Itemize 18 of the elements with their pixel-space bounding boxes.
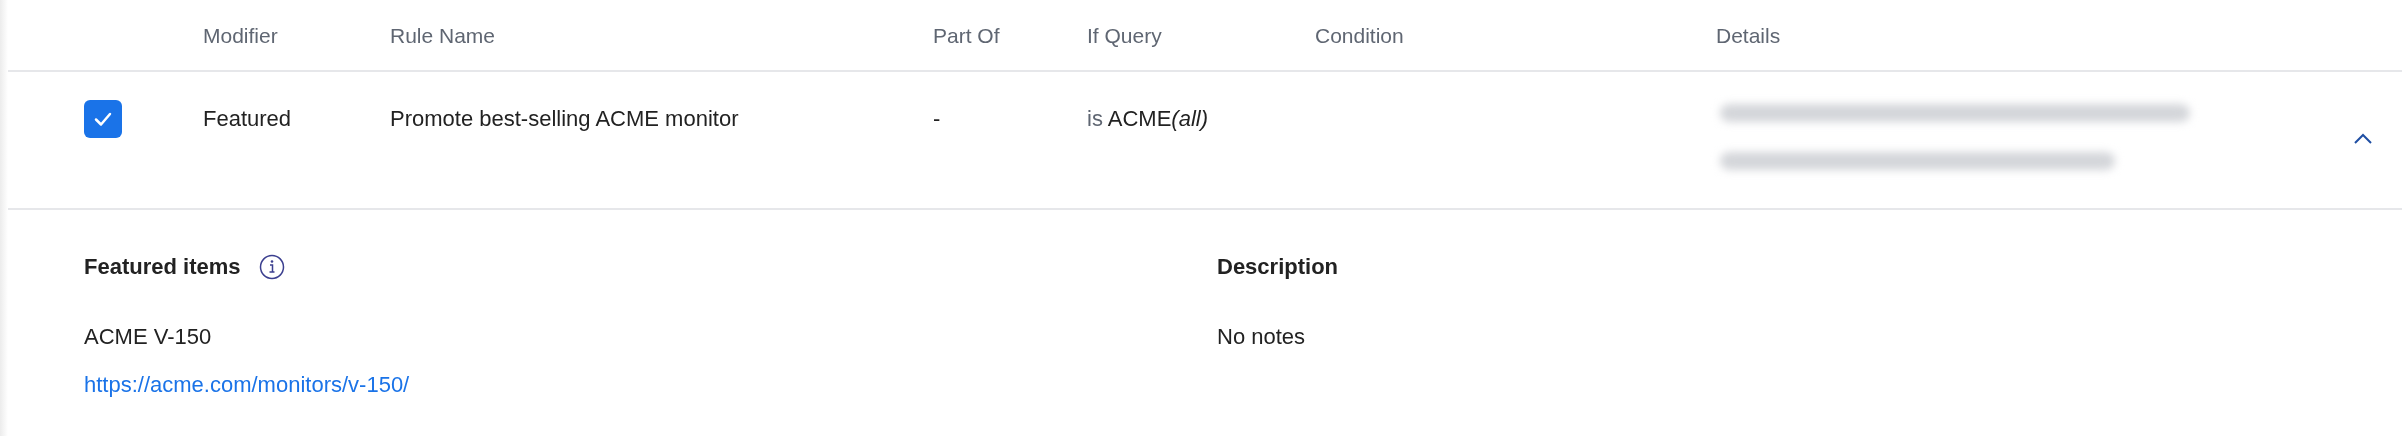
query-text: is ACME(all) (1087, 105, 1209, 133)
table-cell-text: - (933, 105, 941, 133)
column-header: Rule Name (390, 23, 496, 49)
column-header: Modifier (203, 23, 278, 49)
table-cell-text: Promote best-selling ACME monitor (390, 105, 739, 133)
table-cell-text: Featured (203, 105, 292, 133)
column-header: If Query (1087, 23, 1162, 49)
column-header: Details (1716, 23, 1781, 49)
info-icon[interactable] (258, 253, 285, 280)
description-text: No notes (1217, 323, 1306, 351)
item-name: ACME V-150 (84, 323, 212, 351)
section-title: Description (1217, 253, 1339, 281)
column-header: Condition (1315, 23, 1404, 49)
chevron-icon[interactable] (2352, 132, 2374, 146)
column-header: Part Of (933, 23, 1000, 49)
section-title: Featured items (84, 253, 241, 281)
row-checkbox[interactable] (84, 100, 122, 138)
item-link[interactable]: https://acme.com/monitors/v-150/ (84, 368, 410, 401)
